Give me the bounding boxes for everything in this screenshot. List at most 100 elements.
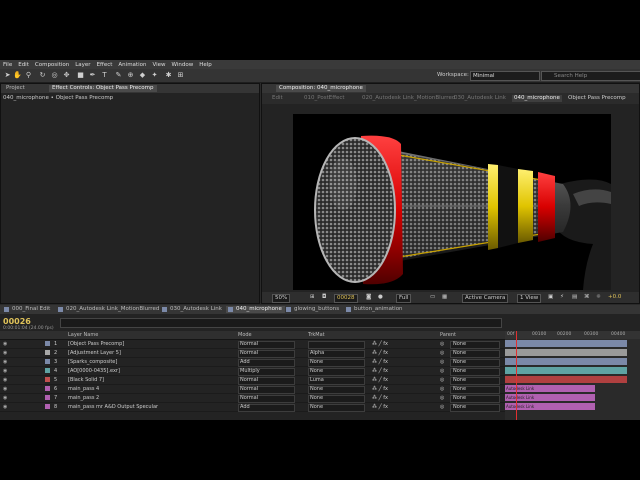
visibility-eye-icon[interactable]: ◉ (3, 395, 7, 401)
breadcrumb-microphone[interactable]: 040_microphone (512, 95, 562, 102)
axis-icon[interactable]: ⊞ (176, 71, 185, 80)
menu-help[interactable]: Help (196, 62, 215, 68)
layer-name[interactable]: main_pass 2 (68, 395, 99, 401)
magnification-select[interactable]: 50% (272, 294, 291, 303)
grid-icon[interactable]: ⊞ (310, 294, 315, 301)
table-row[interactable]: ◉ 5 [Black Solid 7] Normal Luma ⁂ ╱ fx ◎ None (0, 376, 505, 385)
breadcrumb-motionblurred[interactable]: 020_Autodesk Link_MotionBlurred (362, 95, 455, 102)
visibility-eye-icon[interactable]: ◉ (3, 368, 7, 374)
layer-bar[interactable] (505, 349, 627, 356)
menu-effect[interactable]: Effect (94, 62, 116, 68)
switches-icon[interactable]: ⁂ ╱ fx (372, 404, 388, 410)
table-row[interactable]: ◉ 7 main_pass 2 Normal None ⁂ ╱ fx ◎ None (0, 394, 505, 403)
layer-name[interactable]: [AO[0000-0435].exr] (68, 368, 120, 374)
timeline-icon[interactable]: ▤ (572, 294, 577, 301)
fast-preview-icon[interactable]: ⚡ (560, 294, 564, 301)
label-color-swatch[interactable] (45, 341, 50, 346)
switches-icon[interactable]: ⁂ ╱ fx (372, 350, 388, 356)
tab-button-animation[interactable]: button_animation (344, 306, 406, 313)
pan-behind-tool-icon[interactable]: ✥ (62, 71, 71, 80)
puppet-tool-icon[interactable]: ✱ (164, 71, 173, 80)
table-row[interactable]: ◉ 3 [Sparks_composite] Add None ⁂ ╱ fx ◎ None (0, 358, 505, 367)
visibility-eye-icon[interactable]: ◉ (3, 404, 7, 410)
tab-autodesk-link[interactable]: 030_Autodesk Link (160, 306, 225, 313)
timeline-timecode[interactable]: 00026 (3, 317, 31, 326)
label-color-swatch[interactable] (45, 377, 50, 382)
pickwhip-icon[interactable]: ◎ (440, 377, 444, 383)
tab-glowing-buttons[interactable]: glowing_buttons (284, 306, 342, 313)
clone-tool-icon[interactable]: ⊕ (126, 71, 135, 80)
layer-name[interactable]: [Black Solid 7] (68, 377, 104, 383)
menu-layer[interactable]: Layer (72, 62, 93, 68)
layer-name[interactable]: main_pass 4 (68, 386, 99, 392)
eraser-tool-icon[interactable]: ◆ (138, 71, 147, 80)
pickwhip-icon[interactable]: ◎ (440, 386, 444, 392)
exposure-value[interactable]: +0.0 (608, 294, 621, 301)
color-channel-icon[interactable]: ● (378, 294, 383, 301)
layer-name[interactable]: [Object Pass Precomp] (68, 341, 124, 347)
pickwhip-icon[interactable]: ◎ (440, 395, 444, 401)
table-row[interactable]: ◉ 4 [AO[0000-0435].exr] Multiply None ⁂ ╱ fx ◎… (0, 367, 505, 376)
layer-bar[interactable] (505, 367, 627, 374)
region-of-interest-icon[interactable]: ▭ (430, 294, 435, 301)
label-color-swatch[interactable] (45, 350, 50, 355)
layer-bar[interactable] (505, 376, 627, 383)
breadcrumb-posteffect[interactable]: 010_PostEffect (304, 95, 345, 102)
exposure-icon[interactable]: ☼ (596, 294, 601, 301)
visibility-eye-icon[interactable]: ◉ (3, 341, 7, 347)
toggle-pixel-icon[interactable]: ▣ (548, 294, 553, 301)
pickwhip-icon[interactable]: ◎ (440, 341, 444, 347)
mask-tool-icon[interactable]: ■ (76, 71, 85, 80)
tab-motionblurred[interactable]: 020_Autodesk Link_MotionBlurred (56, 306, 162, 313)
layer-bar[interactable]: Autodesk Link (505, 385, 595, 392)
time-ruler[interactable]: 00f 00100 00200 00300 00400 (505, 331, 640, 339)
layer-bar[interactable]: Autodesk Link (505, 394, 595, 401)
table-row[interactable]: ◉ 1 [Object Pass Precomp] Normal ⁂ ╱ fx ◎ None (0, 340, 505, 349)
switches-icon[interactable]: ⁂ ╱ fx (372, 377, 388, 383)
resolution-select[interactable]: Full (396, 294, 412, 303)
table-row[interactable]: ◉ 6 main_pass 4 Normal None ⁂ ╱ fx ◎ None (0, 385, 505, 394)
breadcrumb-autodesk-link[interactable]: 030_Autodesk Link (454, 95, 506, 102)
tab-project[interactable]: Project (3, 85, 28, 92)
breadcrumb-object-pass[interactable]: Object Pass Precomp (568, 95, 626, 102)
layer-name[interactable]: [Sparks_composite] (68, 359, 117, 365)
menu-composition[interactable]: Composition (32, 62, 72, 68)
camera-tool-icon[interactable]: ◎ (50, 71, 59, 80)
label-color-swatch[interactable] (45, 395, 50, 400)
selection-tool-icon[interactable]: ➤ (3, 71, 12, 80)
tab-effect-controls[interactable]: Effect Controls: Object Pass Precomp (49, 85, 157, 92)
tab-final-edit[interactable]: 000_Final Edit (2, 306, 53, 313)
visibility-eye-icon[interactable]: ◉ (3, 350, 7, 356)
breadcrumb-edit[interactable]: Edit (272, 95, 283, 102)
tab-microphone[interactable]: 040_microphone (226, 306, 285, 313)
label-color-swatch[interactable] (45, 386, 50, 391)
menu-edit[interactable]: Edit (15, 62, 32, 68)
pickwhip-icon[interactable]: ◎ (440, 368, 444, 374)
switches-icon[interactable]: ⁂ ╱ fx (372, 341, 388, 347)
layer-bar[interactable] (505, 340, 627, 347)
workspace-select[interactable]: Minimal (470, 71, 540, 81)
trkmat-select[interactable] (308, 341, 365, 349)
visibility-eye-icon[interactable]: ◉ (3, 386, 7, 392)
menu-view[interactable]: View (149, 62, 168, 68)
visibility-eye-icon[interactable]: ◉ (3, 377, 7, 383)
label-color-swatch[interactable] (45, 368, 50, 373)
layer-name[interactable]: main_pass mr A&D Output Specular (68, 404, 158, 410)
table-row[interactable]: ◉ 2 [Adjustment Layer 5] Normal Alpha ⁂ ╱ fx ◎… (0, 349, 505, 358)
brush-tool-icon[interactable]: ✎ (114, 71, 123, 80)
switches-icon[interactable]: ⁂ ╱ fx (372, 359, 388, 365)
transparency-grid-icon[interactable]: ▦ (442, 294, 447, 301)
tab-composition[interactable]: Composition: 040_microphone (276, 85, 366, 92)
switches-icon[interactable]: ⁂ ╱ fx (372, 395, 388, 401)
switches-icon[interactable]: ⁂ ╱ fx (372, 386, 388, 392)
pickwhip-icon[interactable]: ◎ (440, 404, 444, 410)
flowchart-icon[interactable]: ⌘ (584, 294, 590, 301)
menu-file[interactable]: File (0, 62, 15, 68)
zoom-tool-icon[interactable]: ⚲ (24, 71, 33, 80)
layer-bar[interactable]: Autodesk Link (505, 403, 595, 410)
table-row[interactable]: ◉ 8 main_pass mr A&D Output Specular Add Non… (0, 403, 505, 412)
current-time-indicator[interactable] (516, 331, 517, 420)
menu-animation[interactable]: Animation (115, 62, 149, 68)
hand-tool-icon[interactable]: ✋ (13, 71, 22, 80)
timeline-tracks[interactable]: 00f 00100 00200 00300 00400 Autodesk Lin… (505, 331, 640, 420)
